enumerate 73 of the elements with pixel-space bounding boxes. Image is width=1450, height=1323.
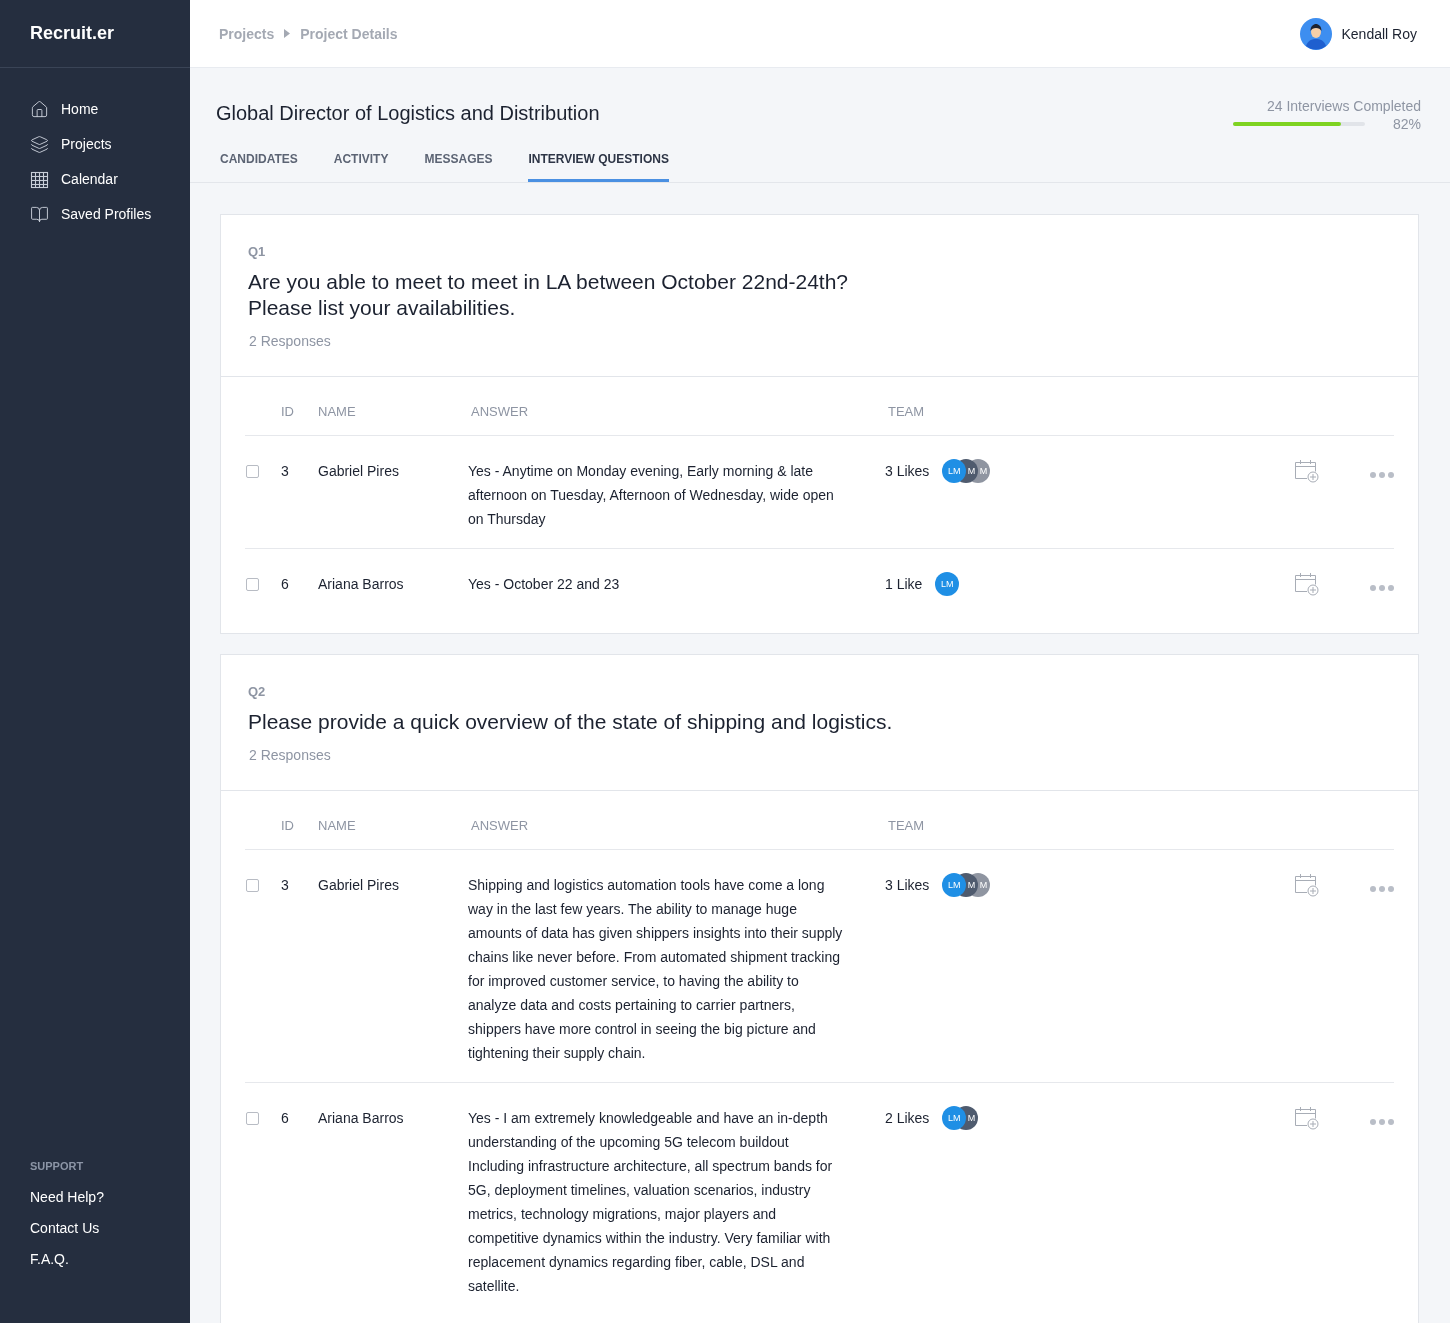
answer-cell-text: Yes - I am extremely knowledgeable and have an in-depth understanding of the upcoming 5G telecom buildout Including infrastructure architecture, all spectrum bands for 5G, deployment timelines, valuation scenarios, industry metrics, technology migrations, major players and competitive dynamics within the industry. Very familiar with replacement dynamics regarding fiber, cable, DSL and satellite. [468,1109,834,1296]
calendar-add-icon [1294,459,1320,483]
row-checkbox[interactable] [246,879,259,892]
calendar-add-icon [1294,572,1320,596]
calendar-icon [30,169,49,189]
support-link[interactable]: Contact Us [30,1219,190,1238]
more-icon [1370,886,1394,892]
likes-count: 3 Likes [885,876,930,895]
breadcrumb-separator-icon [284,29,291,38]
user-name[interactable]: Kendall Roy [1341,25,1417,42]
name-cell-text: Gabriel Pires [318,462,400,481]
answer-cell-text: Yes - Anytime on Monday evening, Early morning & late afternoon on Tuesday, Afternoon of Wednesday, wide open on Thursday [468,462,835,529]
question-text: Are you able to meet to meet in LA between October 22nd-24th? Please list your availabilities. [248,269,850,321]
schedule-button[interactable] [1294,459,1320,483]
home-icon [30,99,49,119]
sidebar-item[interactable]: Calendar [30,168,190,190]
team-avatar: LM [942,873,967,897]
id-cell-text: 6 [281,575,290,594]
calendar-add-icon [1294,1106,1320,1130]
name-cell-text: Ariana Barros [318,1109,405,1128]
name-cell-text: Ariana Barros [318,575,405,594]
support-link[interactable]: F.A.Q. [30,1250,190,1269]
schedule-button[interactable] [1294,572,1320,596]
team-avatar: LM [942,459,967,483]
column-header: NAME [318,818,357,833]
column-header: ANSWER [470,818,530,833]
progress-percent: 82% [1392,116,1421,132]
name-cell-text: Gabriel Pires [318,876,400,895]
likes-count: 3 Likes [885,462,930,481]
row-checkbox[interactable] [246,465,259,478]
column-header: ANSWER [470,404,530,419]
support-heading: SUPPORT [30,1160,85,1172]
column-header: NAME [318,404,357,419]
calendar-add-icon [1294,873,1320,897]
schedule-button[interactable] [1294,873,1320,897]
column-header: TEAM [887,818,926,833]
more-icon [1370,472,1394,478]
project-title: Global Director of Logistics and Distribution [216,102,600,125]
id-cell-text: 6 [281,1109,290,1128]
question-text: Please provide a quick overview of the state of shipping and logistics. [248,709,894,735]
id-cell-text: 3 [281,876,290,895]
likes-count: 1 Like [885,575,923,594]
support-link[interactable]: Need Help? [30,1188,190,1207]
response-count: 2 Responses [248,333,332,349]
sidebar-item[interactable]: Home [30,98,190,120]
column-header: ID [281,818,295,833]
answer-cell-text: Yes - October 22 and 23 [468,575,621,594]
more-icon [1370,585,1394,591]
tab[interactable]: CANDIDATES [220,152,298,182]
layers-icon [30,134,49,154]
answer-cell-text: Shipping and logistics automation tools have come a long way in the last few years. The ability to manage huge amounts of data has given shippers insights into their supply chains like never before. From automated shipment tracking for improved customer service, to having the ability to analyze data and costs pertaining to carrier partners, shippers have more control in seeing the big picture and tightening their supply chain. [468,876,844,1063]
tab[interactable]: INTERVIEW QUESTIONS [528,152,669,182]
sidebar-item[interactable]: Saved Profiles [30,203,190,225]
app-logo[interactable]: Recruit.er [30,23,115,44]
likes-count: 2 Likes [885,1109,930,1128]
sidebar-item[interactable]: Projects [30,133,190,155]
book-icon [30,204,49,224]
schedule-button[interactable] [1294,1106,1320,1130]
column-header: ID [281,404,295,419]
question-number: Q2 [248,684,267,699]
response-count: 2 Responses [248,747,332,763]
id-cell-text: 3 [281,462,290,481]
question-number: Q1 [248,244,267,259]
user-avatar [1299,17,1332,50]
team-avatar: LM [942,1106,967,1130]
team-avatar: LM [935,572,960,596]
more-icon [1370,1119,1394,1125]
row-checkbox[interactable] [246,1112,259,1125]
column-header: TEAM [887,404,926,419]
tab[interactable]: ACTIVITY [333,152,389,182]
row-checkbox[interactable] [246,578,259,591]
tab[interactable]: MESSAGES [424,152,493,182]
progress-label: 24 Interviews Completed [1266,98,1421,114]
